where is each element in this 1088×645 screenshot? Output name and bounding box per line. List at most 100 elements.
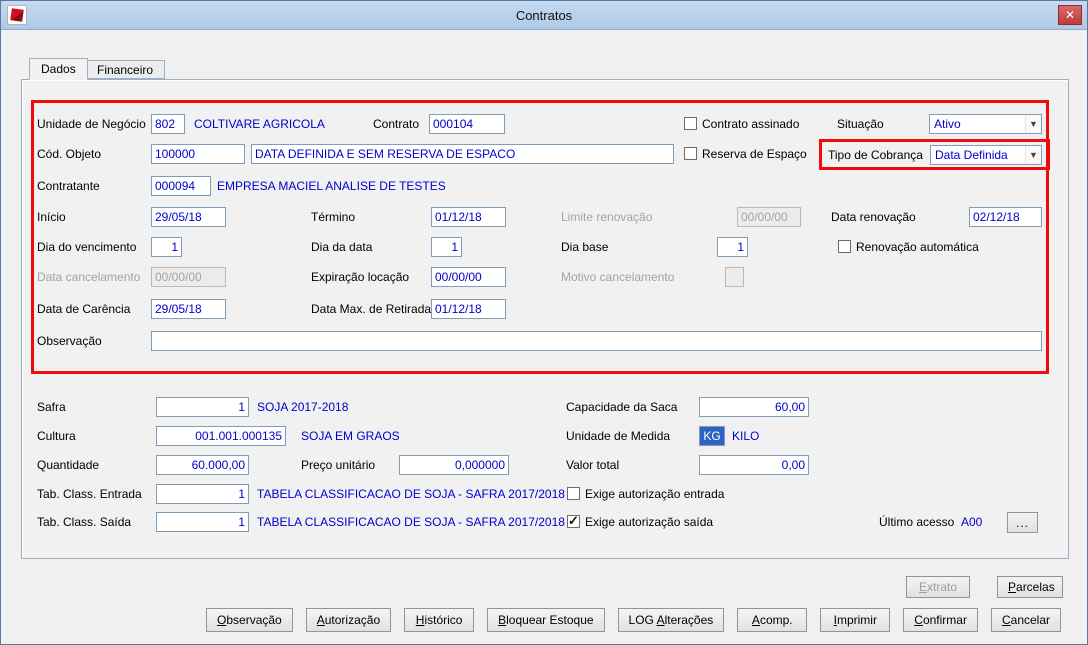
ultimo-acesso-label: Último acesso [879,515,955,529]
cod-objeto-desc-field[interactable] [251,144,674,164]
observacao-label: Observação [37,334,102,348]
tab-financeiro[interactable]: Financeiro [85,60,166,79]
tipo-cobranca-dropdown[interactable]: Data Definida ▼ [930,145,1042,165]
tab-class-saida-field[interactable] [156,512,249,532]
data-max-retirada-label: Data Max. de Retirada [311,302,432,316]
dia-base-label: Dia base [561,240,609,254]
browse-button[interactable]: ... [1007,512,1039,533]
tab-class-entrada-field[interactable] [156,484,249,504]
tipo-cobranca-value: Data Definida [935,148,1008,162]
data-max-retirada-field[interactable] [431,299,506,319]
reserva-espaco-checkbox[interactable]: ✓ [684,147,697,160]
data-carencia-field[interactable] [151,299,226,319]
exige-aut-entrada-checkbox[interactable]: ✓ [567,487,580,500]
check-icon: ✓ [568,513,579,528]
chevron-down-icon: ▼ [1025,146,1041,164]
data-cancelamento-field [151,267,226,287]
capacidade-saca-field[interactable] [699,397,809,417]
chevron-down-icon: ▼ [1025,115,1041,133]
valor-total-label: Valor total [566,458,620,472]
preco-unitario-label: Preço unitário [301,458,376,472]
footer-button-row: Observação Autorização Histórico Bloquea… [206,608,1061,632]
safra-label: Safra [37,400,66,414]
expiracao-locacao-label: Expiração locação [311,270,410,284]
tab-dados[interactable]: Dados [29,58,88,80]
extrato-button[interactable]: Extrato [906,576,970,598]
dia-base-field[interactable] [717,237,748,257]
termino-field[interactable] [431,207,506,227]
historico-button[interactable]: Histórico [404,608,475,632]
cod-objeto-field[interactable] [151,144,245,164]
quantidade-label: Quantidade [37,458,100,472]
tab-class-saida-label: Tab. Class. Saída [37,515,132,529]
contrato-field[interactable] [429,114,505,134]
data-renovacao-label: Data renovação [831,210,916,224]
dia-vencimento-label: Dia do vencimento [37,240,137,254]
exige-aut-saida-label: Exige autorização saída [585,515,714,529]
reserva-espaco-label: Reserva de Espaço [702,147,807,161]
title-bar: Contratos ✕ [1,1,1087,30]
valor-total-field[interactable] [699,455,809,475]
preco-unitario-field[interactable] [399,455,509,475]
unidade-negocio-field[interactable] [151,114,185,134]
tab-class-saida-desc: TABELA CLASSIFICACAO DE SOJA - SAFRA 201… [257,515,565,529]
contratante-field[interactable] [151,176,211,196]
observacao-button[interactable]: Observação [206,608,293,632]
data-renovacao-field[interactable] [969,207,1042,227]
limite-renovacao-field [737,207,801,227]
situacao-label: Situação [837,117,884,131]
contracts-dialog: Contratos ✕ Dados Financeiro Unidade de … [0,0,1088,645]
acomp-button[interactable]: Acomp. [737,608,808,632]
cultura-field[interactable] [156,426,286,446]
dia-vencimento-field[interactable] [151,237,182,257]
renovacao-automatica-checkbox[interactable]: ✓ [838,240,851,253]
exige-aut-entrada-label: Exige autorização entrada [585,487,725,501]
bloquear-estoque-button[interactable]: Bloquear Estoque [487,608,605,632]
parcelas-button[interactable]: Parcelas [997,576,1063,598]
motivo-cancelamento-field [725,267,744,287]
contratante-label: Contratante [37,179,100,193]
unidade-negocio-label: Unidade de Negócio [37,117,146,131]
window-title: Contratos [515,8,573,23]
unidade-medida-desc: KILO [732,429,760,443]
inicio-label: Início [37,210,66,224]
inicio-field[interactable] [151,207,226,227]
tab-class-entrada-desc: TABELA CLASSIFICACAO DE SOJA - SAFRA 201… [257,487,565,501]
dia-data-field[interactable] [431,237,462,257]
cancelar-button[interactable]: Cancelar [990,608,1061,632]
unidade-medida-label: Unidade de Medida [566,429,671,443]
data-carencia-label: Data de Carência [37,302,131,316]
situacao-dropdown[interactable]: Ativo ▼ [929,114,1042,134]
renovacao-automatica-label: Renovação automática [856,240,979,254]
ultimo-acesso-value: A00 [961,515,983,529]
termino-label: Término [311,210,356,224]
limite-renovacao-label: Limite renovação [561,210,653,224]
contratante-desc: EMPRESA MACIEL ANALISE DE TESTES [217,179,446,193]
motivo-cancelamento-label: Motivo cancelamento [561,270,675,284]
confirmar-button[interactable]: Confirmar [903,608,978,632]
safra-desc: SOJA 2017-2018 [257,400,349,414]
contrato-label: Contrato [373,117,420,131]
safra-field[interactable] [156,397,249,417]
data-cancelamento-label: Data cancelamento [37,270,141,284]
unidade-negocio-desc: COLTIVARE AGRICOLA [194,117,325,131]
capacidade-saca-label: Capacidade da Saca [566,400,678,414]
close-icon[interactable]: ✕ [1058,5,1082,25]
unidade-medida-field[interactable] [699,426,725,446]
tipo-cobranca-label: Tipo de Cobrança [828,148,923,162]
quantidade-field[interactable] [156,455,249,475]
log-alteracoes-button[interactable]: LOG Alterações [617,608,725,632]
cultura-label: Cultura [37,429,76,443]
situacao-value: Ativo [934,117,961,131]
contrato-assinado-checkbox[interactable]: ✓ [684,117,697,130]
contrato-assinado-label: Contrato assinado [702,117,800,131]
autorizacao-button[interactable]: Autorização [305,608,392,632]
observacao-field[interactable] [151,331,1042,351]
tab-class-entrada-label: Tab. Class. Entrada [37,487,142,501]
expiracao-locacao-field[interactable] [431,267,506,287]
cultura-desc: SOJA EM GRAOS [301,429,400,443]
exige-aut-saida-checkbox[interactable]: ✓ [567,513,580,528]
imprimir-button[interactable]: Imprimir [820,608,891,632]
cod-objeto-label: Cód. Objeto [37,147,102,161]
dia-data-label: Dia da data [311,240,373,254]
